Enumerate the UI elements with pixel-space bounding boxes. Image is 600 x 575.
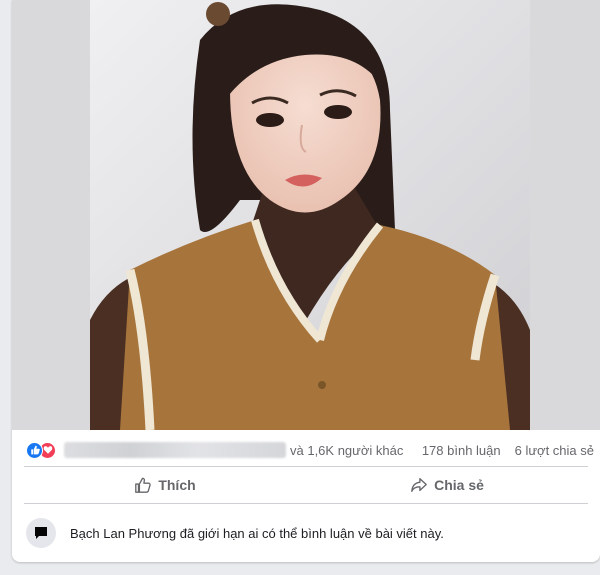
divider-bottom bbox=[24, 503, 588, 504]
thumbs-up-icon bbox=[135, 477, 152, 493]
comment-bubble-icon bbox=[26, 518, 56, 548]
share-button[interactable]: Chia sẻ bbox=[306, 468, 588, 502]
share-arrow-icon bbox=[411, 478, 427, 492]
blurred-reactor-names bbox=[64, 442, 286, 458]
comment-count[interactable]: 178 bình luận bbox=[422, 443, 501, 458]
like-label: Thích bbox=[158, 477, 196, 493]
restriction-text: Bạch Lan Phương đã giới hạn ai có thể bì… bbox=[70, 525, 444, 541]
reaction-others-text[interactable]: và 1,6K người khác bbox=[290, 443, 403, 458]
divider-top bbox=[24, 466, 588, 467]
share-count[interactable]: 6 lượt chia sẻ bbox=[515, 443, 594, 458]
post-card: và 1,6K người khác 178 bình luận 6 lượt … bbox=[12, 0, 600, 562]
portrait-illustration bbox=[90, 0, 530, 430]
post-photo[interactable] bbox=[12, 0, 600, 430]
reaction-icons[interactable] bbox=[26, 441, 56, 459]
comment-restriction-notice: Bạch Lan Phương đã giới hạn ai có thể bì… bbox=[26, 516, 594, 550]
reactions-bar: và 1,6K người khác 178 bình luận 6 lượt … bbox=[26, 438, 594, 462]
post-actions: Thích Chia sẻ bbox=[24, 468, 588, 502]
like-icon bbox=[26, 441, 43, 459]
share-label: Chia sẻ bbox=[434, 477, 484, 493]
like-button[interactable]: Thích bbox=[24, 468, 306, 502]
